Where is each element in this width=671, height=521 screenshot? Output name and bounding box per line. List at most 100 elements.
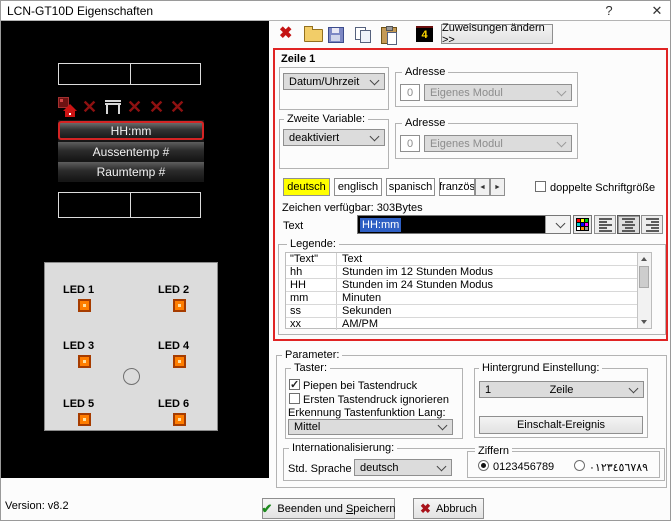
led-label: LED 5 xyxy=(63,398,95,410)
save-icon[interactable] xyxy=(328,27,344,43)
double-size-checkbox[interactable] xyxy=(535,181,546,192)
led-label: LED 2 xyxy=(158,284,190,296)
chevron-down-icon xyxy=(369,75,380,85)
scroll-down-button[interactable] xyxy=(638,316,650,328)
power-on-event-button[interactable]: Einschalt-Ereignis xyxy=(479,416,643,434)
legende-title: Legende: xyxy=(287,239,339,250)
help-button[interactable]: ? xyxy=(599,2,619,19)
tab-englisch[interactable]: englisch xyxy=(334,178,382,196)
zeile1-title: Zeile 1 xyxy=(281,53,316,65)
long-press-select[interactable]: Mittel xyxy=(288,419,453,435)
copy-icon[interactable] xyxy=(355,27,371,43)
led-label: LED 3 xyxy=(63,340,95,352)
tab-scroll-left-button[interactable]: ◄ xyxy=(475,178,490,196)
text-dropdown-button[interactable] xyxy=(545,216,570,233)
text-color-button[interactable] xyxy=(573,215,592,234)
ignore-first-checkbox[interactable] xyxy=(289,393,300,404)
digits-radio-latin[interactable] xyxy=(478,460,489,471)
preview-line[interactable]: Raumtemp # xyxy=(58,162,204,181)
cancel-button-label: Abbruch xyxy=(435,502,477,515)
titlebar: LCN-GT10D Eigenschaften ? ✕ xyxy=(1,1,670,21)
legend-row[interactable]: HH Stunden im 24 Stunden Modus xyxy=(286,279,637,292)
adresse2-id-field[interactable]: 0 xyxy=(400,135,420,152)
table-icon[interactable] xyxy=(105,100,121,115)
taster-title: Taster: xyxy=(291,363,331,374)
led-indicator[interactable] xyxy=(78,413,91,426)
scroll-thumb[interactable] xyxy=(639,266,649,288)
tab-franzoesisch[interactable]: französ xyxy=(439,178,475,196)
version-label: Version: v8.2 xyxy=(5,500,69,512)
std-language-select[interactable]: deutsch xyxy=(354,459,452,476)
cancel-button[interactable]: ✖ Abbruch xyxy=(413,498,484,519)
text-field[interactable]: HH:mm xyxy=(358,216,545,233)
beep-checkbox[interactable] xyxy=(289,378,300,391)
led-indicator[interactable] xyxy=(173,355,186,368)
home-icon[interactable] xyxy=(63,104,77,118)
ignore-first-label: Ersten Tastendruck ignorieren xyxy=(303,394,449,406)
open-icon[interactable] xyxy=(304,26,323,42)
long-press-label: Erkennung Tastenfunktion Lang: xyxy=(288,407,446,419)
variable1-select[interactable]: Datum/Uhrzeit xyxy=(283,73,385,90)
palette-icon xyxy=(576,218,589,231)
double-size-label: doppelte Schriftgröße xyxy=(550,182,656,194)
preview-line-selected[interactable]: HH:mm xyxy=(58,121,204,140)
led-indicator[interactable] xyxy=(173,299,186,312)
cross-icon[interactable]: ✕ xyxy=(82,98,97,117)
preview-line[interactable]: Aussentemp # xyxy=(58,142,204,161)
legend-row[interactable]: mm Minuten xyxy=(286,292,637,305)
align-center-icon xyxy=(622,217,635,232)
digits-radio-arabic[interactable] xyxy=(574,460,585,471)
intl-title: Internationalisierung: xyxy=(289,443,398,454)
led-indicator[interactable] xyxy=(78,355,91,368)
window-title: LCN-GT10D Eigenschaften xyxy=(7,4,154,18)
led-label: LED 4 xyxy=(158,340,190,352)
change-assignments-button[interactable]: Zuweisungen ändern >> xyxy=(441,22,553,46)
variable2-value: deaktiviert xyxy=(289,131,340,144)
background-select[interactable]: 1 Zeile xyxy=(479,381,644,398)
text-combobox[interactable]: HH:mm xyxy=(357,215,571,234)
scroll-up-button[interactable] xyxy=(638,253,650,265)
legend-scrollbar[interactable] xyxy=(637,253,651,328)
chevron-down-icon xyxy=(437,420,448,431)
adresse1-module-select[interactable]: Eigenes Modul xyxy=(424,84,572,101)
center-hole xyxy=(123,368,140,385)
save-and-exit-button[interactable]: ✔ Beenden und Speichern xyxy=(262,498,395,519)
legend-row[interactable]: hh Stunden im 12 Stunden Modus xyxy=(286,266,637,279)
tab-deutsch[interactable]: deutsch xyxy=(283,178,330,196)
align-right-button[interactable] xyxy=(641,215,663,234)
legend-row[interactable]: "Text" Text xyxy=(286,253,637,266)
adresse2-label: Adresse xyxy=(402,118,449,129)
zweite-variable-label: Zweite Variable: xyxy=(284,114,369,125)
tab-spanisch[interactable]: spanisch xyxy=(386,178,435,196)
led-label: LED 1 xyxy=(63,284,95,296)
led-indicator[interactable] xyxy=(78,299,91,312)
tab-scroll-right-button[interactable]: ► xyxy=(490,178,505,196)
chevron-down-icon xyxy=(556,86,567,96)
legend-row[interactable]: xx AM/PM xyxy=(286,318,637,330)
lcn-gt10d-properties-dialog: LCN-GT10D Eigenschaften ? ✕ ✕ ✕ ✕ ✕ HH:m… xyxy=(0,0,671,521)
cross-icon[interactable]: ✕ xyxy=(170,98,185,117)
close-button[interactable]: ✕ xyxy=(647,2,667,19)
divider xyxy=(130,64,131,84)
chevron-down-icon xyxy=(369,131,380,141)
cross-icon[interactable]: ✕ xyxy=(149,98,164,117)
led-indicator[interactable] xyxy=(173,413,186,426)
display-lines: HH:mm Aussentemp # Raumtemp # xyxy=(58,120,204,182)
divider xyxy=(130,193,131,217)
display-page-icon[interactable]: 4 xyxy=(416,26,433,42)
align-left-button[interactable] xyxy=(594,215,616,234)
digits-arabic-label: ٠١٢٣٤٥٦٧٨٩ xyxy=(589,462,649,474)
text-label: Text xyxy=(283,220,304,232)
paste-icon[interactable] xyxy=(381,26,397,45)
adresse1-label: Adresse xyxy=(402,67,449,78)
align-center-button[interactable] xyxy=(617,215,640,234)
delete-icon[interactable]: ✖ xyxy=(279,26,292,42)
legend-row[interactable]: ss Sekunden xyxy=(286,305,637,318)
adresse1-id-field[interactable]: 0 xyxy=(400,84,420,101)
digits-latin-label: 0123456789 xyxy=(493,461,555,473)
align-left-icon xyxy=(598,217,612,232)
variable2-select[interactable]: deaktiviert xyxy=(283,129,385,146)
save-button-label: Beenden und Speichern xyxy=(277,502,396,515)
cross-icon[interactable]: ✕ xyxy=(127,98,142,117)
adresse2-module-select[interactable]: Eigenes Modul xyxy=(424,135,572,152)
